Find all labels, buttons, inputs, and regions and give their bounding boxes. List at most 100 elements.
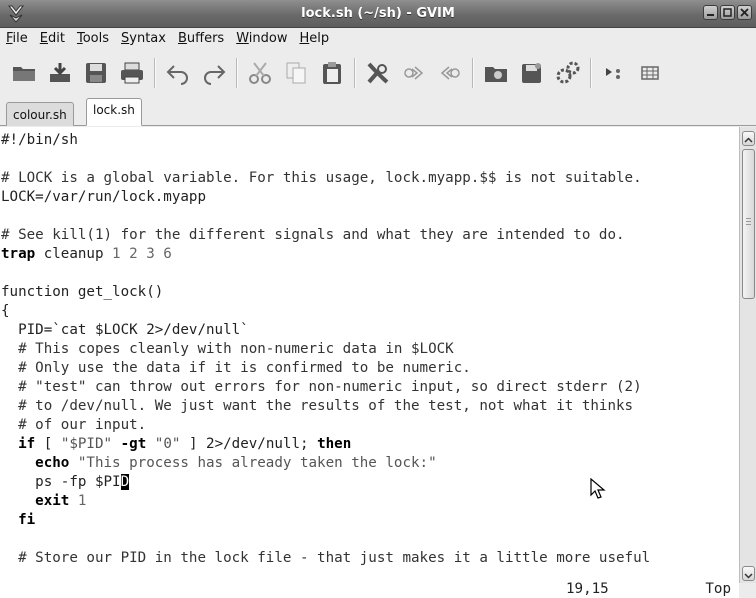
save-button[interactable] xyxy=(42,55,78,91)
scroll-up-button[interactable] xyxy=(742,131,755,146)
menu-label: indow xyxy=(248,31,288,46)
code-line: #!/bin/sh xyxy=(1,131,739,150)
code-token: 1 xyxy=(77,493,87,509)
make-icon xyxy=(606,68,620,79)
code-line: if [ "$PID" -gt "0" ] 2>/dev/null; then xyxy=(1,435,739,454)
find-next-icon xyxy=(404,66,424,80)
code-line: # Only use the data if it is confirmed t… xyxy=(1,359,739,378)
chevron-up-icon xyxy=(744,137,753,143)
code-token: [ xyxy=(35,436,61,452)
run-script-button[interactable] xyxy=(550,55,586,91)
code-token: # This copes cleanly with non-numeric da… xyxy=(1,341,454,357)
menu-bar: File Edit Tools Syntax Buffers Window He… xyxy=(0,28,756,50)
code-view: #!/bin/sh # LOCK is a global variable. F… xyxy=(0,127,739,568)
code-token: # "test" can throw out errors for non-nu… xyxy=(1,379,642,395)
title-bar[interactable]: lock.sh (~/sh) - GVIM xyxy=(0,0,756,28)
menu-file[interactable]: File xyxy=(0,28,34,50)
code-line: trap cleanup 1 2 3 6 xyxy=(1,245,739,264)
vertical-scrollbar[interactable] xyxy=(739,127,756,583)
editor-text-area[interactable]: #!/bin/sh # LOCK is a global variable. F… xyxy=(0,127,739,598)
menu-label: yntax xyxy=(129,31,166,46)
toolbar-separator xyxy=(154,58,156,88)
toolbar xyxy=(0,51,756,95)
tab-bar: colour.sh lock.sh xyxy=(0,96,756,126)
code-token: trap xyxy=(1,246,36,262)
copy-button[interactable] xyxy=(278,55,314,91)
find-replace-icon xyxy=(367,62,389,84)
tab-colour-sh[interactable]: colour.sh xyxy=(6,102,74,126)
run-script-icon xyxy=(556,61,580,84)
maximize-button[interactable] xyxy=(720,5,735,20)
menu-window[interactable]: Window xyxy=(230,28,293,50)
scrollbar-thumb[interactable] xyxy=(742,149,755,299)
save-all-button[interactable] xyxy=(78,55,114,91)
find-previous-icon xyxy=(440,66,460,80)
table-button[interactable] xyxy=(632,55,668,91)
code-line: PID=`cat $LOCK 2>/dev/null` xyxy=(1,321,739,340)
code-line: # LOCK is a global variable. For this us… xyxy=(1,169,739,188)
code-token: LOCK=/var/run/lock.myapp xyxy=(1,189,206,205)
menu-help[interactable]: Help xyxy=(293,28,335,50)
code-token: # See kill(1) for the different signals … xyxy=(1,227,625,243)
undo-button[interactable] xyxy=(160,55,196,91)
find-next-button[interactable] xyxy=(396,55,432,91)
save-session-icon xyxy=(522,63,541,83)
app-icon[interactable] xyxy=(6,3,26,23)
menu-label: ile xyxy=(12,31,28,46)
mouse-pointer-icon xyxy=(590,478,606,499)
save-session-button[interactable] xyxy=(514,55,550,91)
close-button[interactable] xyxy=(737,5,752,20)
menu-buffers[interactable]: Buffers xyxy=(172,28,230,50)
menu-syntax[interactable]: Syntax xyxy=(115,28,172,50)
toolbar-separator xyxy=(236,58,238,88)
save-icon xyxy=(50,63,70,82)
code-line: { xyxy=(1,302,739,321)
code-token: then xyxy=(317,436,352,452)
make-button[interactable] xyxy=(596,55,632,91)
find-previous-button[interactable] xyxy=(432,55,468,91)
menu-mnemonic: E xyxy=(39,31,48,46)
table-icon xyxy=(641,66,659,80)
open-file-button[interactable] xyxy=(6,55,42,91)
scroll-down-button[interactable] xyxy=(742,566,755,581)
code-line: echo "This process has already taken the… xyxy=(1,454,739,473)
code-token: ps -fp $PI xyxy=(1,474,121,490)
redo-button[interactable] xyxy=(196,55,232,91)
menu-label: ools xyxy=(82,31,109,46)
code-line: exit 1 xyxy=(1,492,739,511)
minimize-button[interactable] xyxy=(703,5,718,20)
menu-label: elp xyxy=(309,31,330,46)
code-line: # See kill(1) for the different signals … xyxy=(1,226,739,245)
code-token: ] 2>/dev/null; xyxy=(180,436,318,452)
text-cursor: D xyxy=(120,474,130,490)
paste-icon xyxy=(323,62,341,84)
grip-line xyxy=(746,224,751,225)
window-title: lock.sh (~/sh) - GVIM xyxy=(301,6,455,21)
scroll-position: Top xyxy=(705,581,731,597)
menu-tools[interactable]: Tools xyxy=(71,28,115,50)
find-replace-button[interactable] xyxy=(360,55,396,91)
code-token: "This process has already taken the lock… xyxy=(77,455,437,471)
paste-button[interactable] xyxy=(314,55,350,91)
code-token: function get_lock() xyxy=(1,284,164,300)
code-token: 1 2 3 6 xyxy=(112,246,172,262)
tab-lock-sh[interactable]: lock.sh xyxy=(86,98,142,126)
code-token: "0" xyxy=(154,436,181,452)
code-line: # to /dev/null. We just want the results… xyxy=(1,397,739,416)
grip-line xyxy=(746,221,751,222)
cut-button[interactable] xyxy=(242,55,278,91)
load-session-button[interactable] xyxy=(478,55,514,91)
code-token: # Only use the data if it is confirmed t… xyxy=(1,360,471,376)
print-icon xyxy=(121,62,143,84)
code-token: # LOCK is a global variable. For this us… xyxy=(1,170,642,186)
code-line: function get_lock() xyxy=(1,283,739,302)
menu-edit[interactable]: Edit xyxy=(34,28,71,50)
print-button[interactable] xyxy=(114,55,150,91)
code-line: # This copes cleanly with non-numeric da… xyxy=(1,340,739,359)
